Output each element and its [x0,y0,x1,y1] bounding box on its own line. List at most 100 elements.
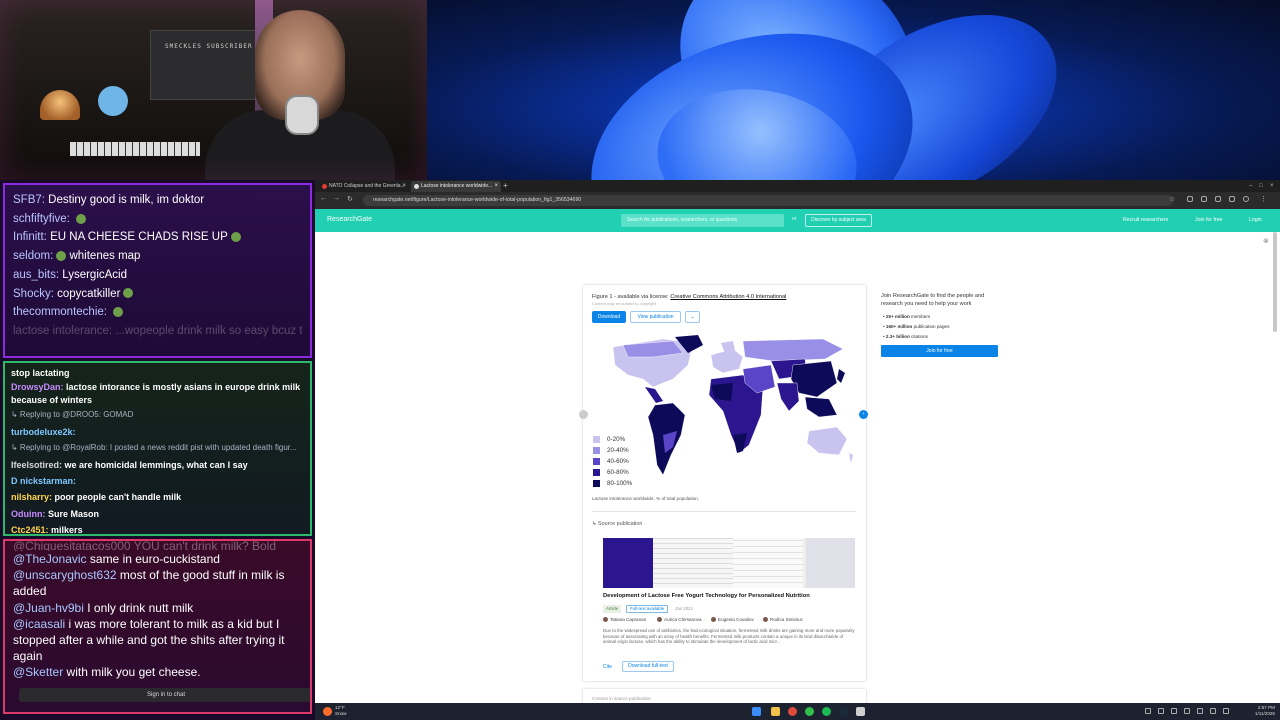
tab-lactose[interactable]: Lactose intolerance worldwide... × [411,181,501,192]
menu-kebab-icon[interactable]: ⋮ [1260,195,1267,203]
minimize-icon[interactable]: – [1249,180,1252,192]
legend-item: 60-80% [593,468,632,479]
weather-icon[interactable] [323,707,332,716]
license-link[interactable]: Creative Commons Attribution 4.0 Interna… [670,294,786,300]
chat-message: stop lactating [11,368,70,378]
legend-label: 40-60% [607,458,629,465]
chrome-alt-icon[interactable] [805,707,814,716]
chat-username: @TheJonavic [13,552,87,566]
spotify-icon[interactable] [822,707,831,716]
maximize-icon[interactable]: □ [1259,180,1263,192]
chat-username: Oduinn: [11,508,46,519]
previous-figure-button[interactable] [579,410,588,419]
map-region-japan [837,369,845,383]
chat-message-faded: lactose intolerance: ...wopeople drink m… [13,324,302,337]
join-for-free-button[interactable]: Join for free [881,345,998,357]
map-region-australia [806,426,848,456]
next-figure-button[interactable]: › [859,410,868,419]
author-link[interactable]: Tatiana Capranan [603,617,646,622]
forward-icon[interactable]: → [333,195,340,202]
tray-icon[interactable] [1158,708,1164,714]
stat-item: • 25+ million members [883,314,931,319]
volume-icon[interactable] [1223,708,1229,714]
start-icon[interactable] [752,707,761,716]
legend-item: 20-40% [593,446,632,457]
tray-icon[interactable] [1171,708,1177,714]
chat-message: thecommontechie: [13,303,302,322]
browser-window: NATO Collapse and the Greenla... × Lactos… [315,180,1280,703]
login-link[interactable]: Login [1249,217,1262,223]
close-icon[interactable]: × [402,181,406,192]
steam-icon[interactable] [839,707,848,716]
join-panel: Join ResearchGate to find the people and… [881,292,1001,357]
chat-username: turbodeluxe2k: [11,426,76,437]
chat-text: with milk you get cheese. [66,665,201,680]
sign-in-to-chat-button[interactable]: Sign in to chat [19,688,310,702]
chat-message: @Juan-hv9bi I only drink nutt milk [13,600,302,616]
chat-message: turbodeluxe2k: [11,424,304,440]
extensions-icon[interactable] [1201,196,1207,202]
stat-item: • 2.3+ billion citations [883,334,928,339]
legend-swatch [593,479,600,487]
cite-button[interactable]: Cite [603,664,612,670]
author-link[interactable]: Aurica Chirsanova [657,617,702,622]
stat-number: 2.3+ billion [885,334,910,339]
youtube-chat: @Chiquesitatacos000 YOU can't drink milk… [3,539,312,714]
figure-title: Figure 1 - available via license: Creati… [592,294,786,300]
download-icon[interactable] [1187,196,1193,202]
obs-icon[interactable] [856,707,865,716]
discover-button[interactable]: Discover by subject area [805,214,872,227]
chat-message: DrowsyDan: lactose intorance is mostly a… [11,381,304,407]
publication-title[interactable]: Development of Lactose Free Yogurt Techn… [603,593,810,599]
more-options-button[interactable]: ⌄ [685,311,700,323]
chat-message: Shocky: copycatkiller [13,285,302,304]
legend-swatch [593,435,600,443]
join-for-free-link[interactable]: Join for free [1195,217,1222,223]
url-input[interactable]: researchgate.net/figure/Lactose-intolera… [363,195,1173,206]
profile-icon[interactable] [1243,196,1249,202]
clock[interactable]: 2:57 PM 1/11/2026 [1249,705,1275,717]
author-link[interactable]: Eugenia Covaliov [711,617,754,622]
recruit-researchers-link[interactable]: Recruit researchers [1123,217,1168,223]
chrome-icon[interactable] [788,707,797,716]
back-icon[interactable]: ← [320,195,327,202]
tray-icon[interactable] [1197,708,1203,714]
share-icon[interactable] [1229,196,1235,202]
map-region-russia [742,338,844,362]
frog-emote-icon [76,213,87,224]
close-icon[interactable]: × [494,181,498,192]
chat-text: poor people can't handle milk [54,492,182,503]
researchgate-logo[interactable]: ResearchGate [327,216,372,223]
publication-thumbnails[interactable] [603,538,855,588]
stat-number: 160+ million [885,324,913,329]
author-link[interactable]: Rodica Siminiuc [763,617,803,622]
researchgate-header: ResearchGate Search for publications, re… [315,209,1280,232]
sidebar-icon[interactable] [1215,196,1221,202]
network-icon[interactable] [1210,708,1216,714]
weather-widget[interactable]: 12°F Snow [335,705,347,717]
download-full-text-button[interactable]: Download full-text [622,661,674,672]
view-publication-button[interactable]: View publication [630,311,681,323]
frog-emote-icon [56,251,67,262]
new-tab-button[interactable]: + [503,181,508,190]
bookmark-star-icon[interactable]: ☆ [1169,195,1175,203]
stat-label: publication pages [913,324,950,329]
stat-label: citations [911,334,928,339]
tray-icon[interactable] [1145,708,1151,714]
close-icon[interactable]: ⊗ [1263,237,1269,245]
chat-text: we are homicidal lemmings, what can I sa… [64,459,248,470]
tab-nato[interactable]: NATO Collapse and the Greenla... × [319,181,409,192]
search-input[interactable]: Search for publications, researchers, or… [621,214,784,227]
scrollbar[interactable] [1273,232,1277,332]
file-explorer-icon[interactable] [771,707,780,716]
window-close-icon[interactable]: × [1270,180,1274,192]
stat-item: • 160+ million publication pages [883,324,950,329]
tab-title: Lactose intolerance worldwide... [421,183,493,189]
frog-emote-icon [230,232,241,243]
divider [592,511,856,512]
download-button[interactable]: Download [592,311,626,323]
chat-username: seldom: [13,250,54,263]
article-badge: Article [603,605,622,613]
reload-icon[interactable]: ↻ [347,195,353,203]
tray-icon[interactable] [1184,708,1190,714]
